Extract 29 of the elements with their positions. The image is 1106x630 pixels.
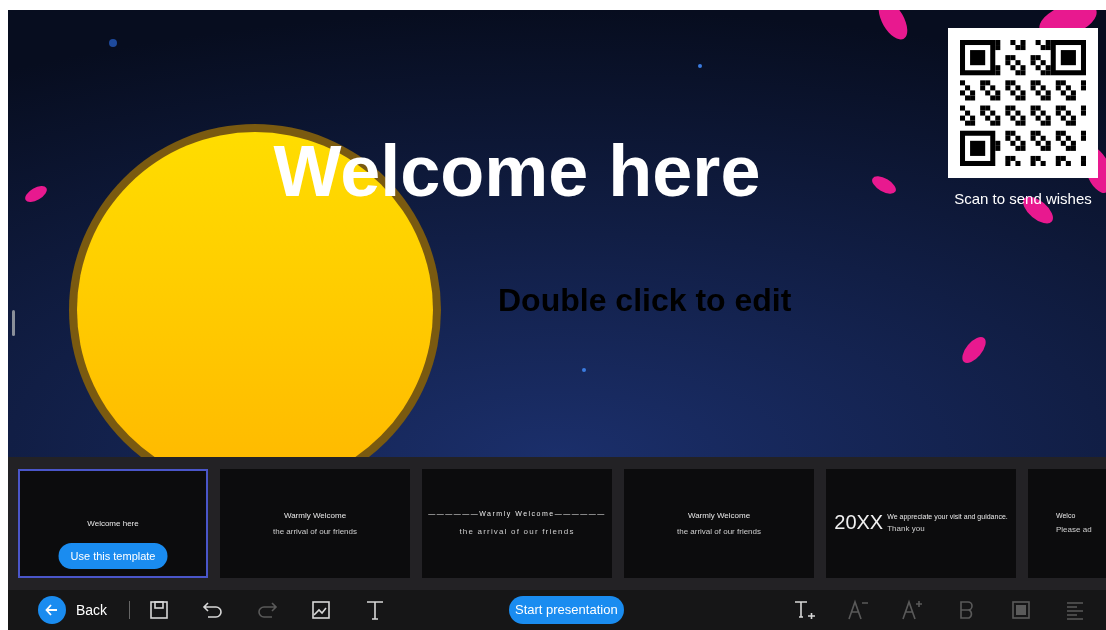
thumbnail-subtitle: the arrival of our friends <box>459 525 575 538</box>
fill-color-icon <box>1011 600 1031 620</box>
template-thumbnail[interactable]: Welcome here Use this template <box>18 469 208 578</box>
back-button[interactable] <box>38 596 66 624</box>
thumbnail-subtitle: Please ad <box>1056 524 1093 537</box>
text-add-icon <box>794 599 816 621</box>
bold-icon <box>959 600 975 620</box>
undo-icon <box>202 600 225 620</box>
template-thumbnail[interactable]: Warmly Welcome the arrival of our friends <box>220 469 410 578</box>
redo-icon <box>256 600 279 620</box>
thumbnail-title: Welcome here <box>87 517 139 530</box>
text-icon <box>366 600 385 620</box>
font-increase-icon <box>902 599 924 621</box>
back-arrow-icon <box>45 603 59 617</box>
slide-subtitle: Double click to edit <box>498 282 792 318</box>
template-thumbnail[interactable]: Warmly Welcome the arrival of our friends <box>624 469 814 578</box>
save-icon <box>149 600 170 620</box>
thumbnail-subtitle: the arrival of our friends <box>272 525 357 538</box>
thumbnail-title: Warmly Welcome <box>283 509 347 522</box>
back-label: Back <box>76 600 108 620</box>
thumbnail-title: Warmly Welcome <box>687 509 751 522</box>
image-icon <box>311 600 332 620</box>
thumbnail-subtitle: the arrival of our friends <box>676 525 761 538</box>
qr-caption: Scan to send wishes <box>954 189 1092 209</box>
font-decrease-icon <box>848 599 870 621</box>
thumbnail-subtitle: Thank you <box>887 522 926 535</box>
thumbnail-year: 20XX <box>834 512 884 533</box>
resize-handle[interactable] <box>12 310 15 336</box>
align-icon <box>1065 600 1085 620</box>
